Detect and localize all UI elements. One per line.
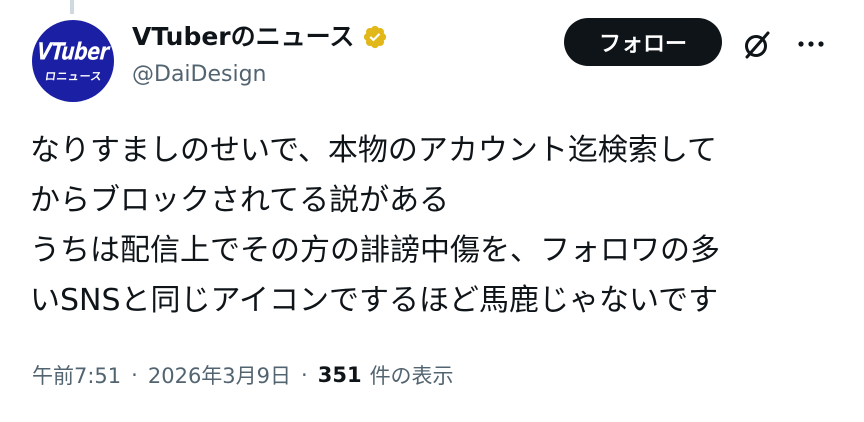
view-count[interactable]: 351 [318, 363, 362, 387]
view-count-label: 件の表示 [369, 364, 454, 388]
tweet-text-line: うちは配信上でその方の誹謗中傷を、フォロワの多 [30, 233, 720, 268]
tweet-meta: 午前7:51 · 2026年3月9日 · 351 件の表示 [32, 360, 454, 390]
avatar[interactable]: VTuber ロニュース [32, 20, 114, 102]
tweet-time[interactable]: 午前7:51 [32, 360, 121, 390]
verified-badge-icon[interactable] [362, 24, 388, 50]
author-display-name[interactable]: VTuberのニュース [132, 22, 354, 52]
thread-connector-line [70, 0, 74, 14]
tweet-date[interactable]: 2026年3月9日 [148, 360, 291, 390]
tweet-text: なりすましのせいで、本物のアカウント迄検索して からブロックされてる説がある う… [30, 126, 830, 326]
author-handle[interactable]: @DaiDesign [132, 62, 267, 87]
tweet-text-line: からブロックされてる説がある [30, 183, 450, 218]
avatar-text-top: VTuber [36, 37, 111, 66]
avatar-text-bottom: ロニュース [43, 69, 103, 83]
meta-separator: · [131, 363, 138, 387]
tweet-text-line: いSNSと同じアイコンでするほど馬鹿じゃないです [30, 283, 719, 318]
meta-separator: · [301, 363, 308, 387]
author-name-row: VTuberのニュース [132, 22, 388, 52]
follow-button[interactable]: フォロー [564, 18, 722, 66]
more-icon[interactable] [794, 30, 828, 58]
tweet-text-line: なりすましのせいで、本物のアカウント迄検索して [30, 133, 717, 168]
grok-icon[interactable] [740, 28, 774, 62]
